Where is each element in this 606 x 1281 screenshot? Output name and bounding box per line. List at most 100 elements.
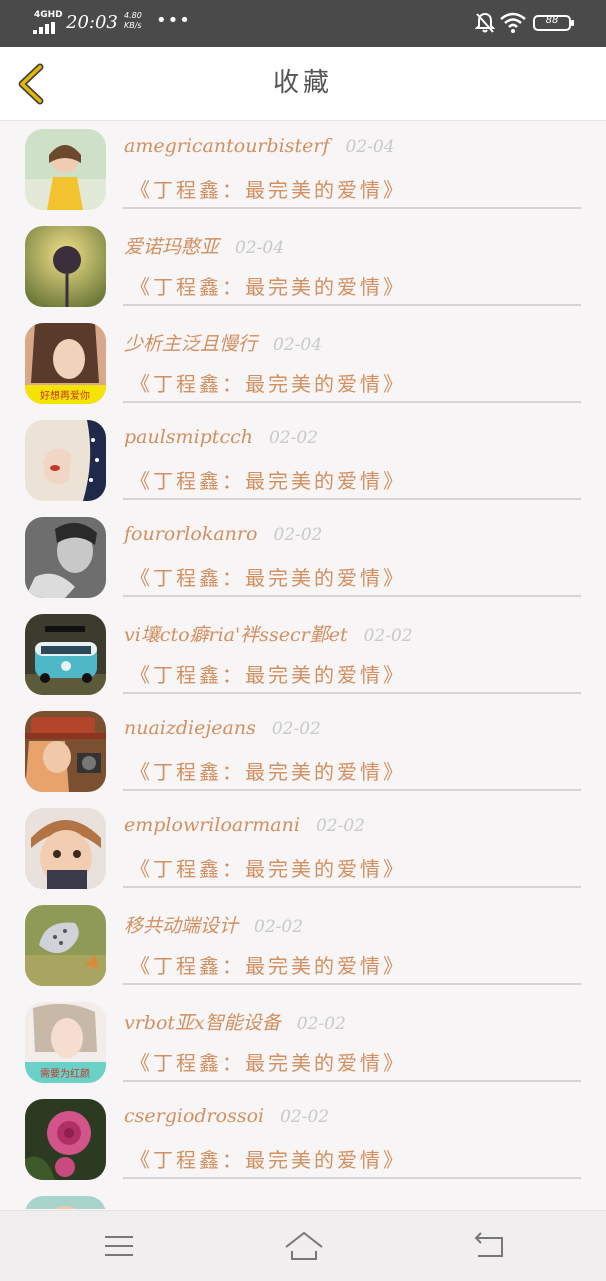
avatar[interactable]: 好想再爱你 xyxy=(25,323,106,404)
divider xyxy=(123,498,581,500)
avatar[interactable] xyxy=(25,1196,106,1209)
avatar[interactable] xyxy=(25,226,106,307)
username: vi壤cto癖ria'袢ssecr鄞et xyxy=(124,624,348,646)
item-header: vrbot亚x智能设备 02-02 xyxy=(124,1008,346,1038)
item-header: csergiodrossoi 02-02 xyxy=(124,1105,329,1135)
article-title[interactable]: 《丁程鑫：最完美的爱情》 xyxy=(130,1144,406,1173)
article-title[interactable]: 《丁程鑫：最完美的爱情》 xyxy=(130,368,406,397)
avatar[interactable] xyxy=(25,517,106,598)
date: 02-04 xyxy=(235,238,285,258)
signal-icon xyxy=(33,22,55,34)
avatar-caption: 好想再爱你 xyxy=(40,389,90,402)
article-title[interactable]: 《丁程鑫：最完美的爱情》 xyxy=(130,562,406,591)
date: 02-02 xyxy=(296,1014,346,1034)
avatar-caption: 需要为红颜 xyxy=(40,1067,90,1080)
article-title[interactable]: 《丁程鑫：最完美的爱情》 xyxy=(130,465,406,494)
item-header: paulsmiptcch 02-02 xyxy=(124,426,318,456)
avatar[interactable]: 需要为红颜 xyxy=(25,1002,106,1083)
date: 02-02 xyxy=(271,719,321,739)
divider xyxy=(123,207,581,209)
list-item[interactable]: csergiodrossoi 02-02 《丁程鑫：最完美的爱情》 xyxy=(0,1091,606,1188)
avatar[interactable] xyxy=(25,808,106,889)
date: 02-02 xyxy=(315,816,365,836)
avatar[interactable] xyxy=(25,420,106,501)
divider xyxy=(123,401,581,403)
battery-icon: 88 xyxy=(533,15,574,31)
system-navigation-bar xyxy=(0,1210,606,1281)
list-item[interactable]: vi壤cto癖ria'袢ssecr鄞et 02-02 《丁程鑫：最完美的爱情》 xyxy=(0,606,606,703)
list-item-partial[interactable] xyxy=(0,1188,606,1209)
divider xyxy=(123,789,581,791)
avatar[interactable] xyxy=(25,1099,106,1180)
favorites-list: amegricantourbisterf 02-04 《丁程鑫：最完美的爱情》 爱… xyxy=(0,121,606,1209)
item-header: 移共动端设计 02-02 xyxy=(124,911,303,941)
date: 02-04 xyxy=(345,137,395,157)
list-item[interactable]: fourorlokanro 02-02 《丁程鑫：最完美的爱情》 xyxy=(0,509,606,606)
mute-bell-icon xyxy=(475,12,495,33)
article-title[interactable]: 《丁程鑫：最完美的爱情》 xyxy=(130,950,406,979)
wifi-icon xyxy=(500,12,526,33)
username: nuaizdiejeans xyxy=(124,717,256,739)
avatar[interactable] xyxy=(25,905,106,986)
divider xyxy=(123,983,581,985)
username: 移共动端设计 xyxy=(124,915,239,937)
username: fourorlokanro xyxy=(124,523,258,545)
username: emplowriloarmani xyxy=(124,814,300,836)
more-notifications-icon: ••• xyxy=(156,10,191,31)
list-item[interactable]: paulsmiptcch 02-02 《丁程鑫：最完美的爱情》 xyxy=(0,412,606,509)
header: 收藏 xyxy=(0,47,606,121)
speed-unit: KB/s xyxy=(124,21,142,30)
status-bar: 4GHD 20:03 4.80 KB/s ••• 88 xyxy=(0,0,606,47)
divider xyxy=(123,1177,581,1179)
divider xyxy=(123,886,581,888)
list-item[interactable]: nuaizdiejeans 02-02 《丁程鑫：最完美的爱情》 xyxy=(0,703,606,800)
list-item[interactable]: amegricantourbisterf 02-04 《丁程鑫：最完美的爱情》 xyxy=(0,121,606,218)
date: 02-04 xyxy=(273,335,323,355)
avatar[interactable] xyxy=(25,711,106,792)
article-title[interactable]: 《丁程鑫：最完美的爱情》 xyxy=(130,853,406,882)
network-type: 4GHD xyxy=(34,10,63,20)
divider xyxy=(123,595,581,597)
date: 02-02 xyxy=(254,917,304,937)
network-speed: 4.80 KB/s xyxy=(124,11,142,31)
item-header: vi壤cto癖ria'袢ssecr鄞et 02-02 xyxy=(124,620,413,650)
home-icon[interactable] xyxy=(284,1229,324,1263)
username: 少析主泛且慢行 xyxy=(124,333,258,355)
page-title: 收藏 xyxy=(272,68,333,98)
username: csergiodrossoi xyxy=(124,1105,265,1127)
username: 爱诺玛憨亚 xyxy=(124,236,220,258)
return-icon[interactable] xyxy=(472,1229,506,1263)
article-title[interactable]: 《丁程鑫：最完美的爱情》 xyxy=(130,271,406,300)
divider xyxy=(123,692,581,694)
date: 02-02 xyxy=(273,525,323,545)
divider xyxy=(123,304,581,306)
username: amegricantourbisterf xyxy=(124,135,330,157)
article-title[interactable]: 《丁程鑫：最完美的爱情》 xyxy=(130,174,406,203)
username: paulsmiptcch xyxy=(124,426,253,448)
avatar[interactable] xyxy=(25,614,106,695)
clock: 20:03 xyxy=(66,12,118,33)
item-header: fourorlokanro 02-02 xyxy=(124,523,322,553)
item-header: 爱诺玛憨亚 02-04 xyxy=(124,232,284,262)
list-item[interactable]: 好想再爱你 少析主泛且慢行 02-04 《丁程鑫：最完美的爱情》 xyxy=(0,315,606,412)
list-item[interactable]: emplowriloarmani 02-02 《丁程鑫：最完美的爱情》 xyxy=(0,800,606,897)
avatar[interactable] xyxy=(25,129,106,210)
menu-icon[interactable] xyxy=(102,1229,136,1263)
article-title[interactable]: 《丁程鑫：最完美的爱情》 xyxy=(130,756,406,785)
date: 02-02 xyxy=(268,428,318,448)
date: 02-02 xyxy=(363,626,413,646)
date: 02-02 xyxy=(280,1107,330,1127)
battery-level: 88 xyxy=(545,15,559,26)
list-item[interactable]: 移共动端设计 02-02 《丁程鑫：最完美的爱情》 xyxy=(0,897,606,994)
list-item[interactable]: 爱诺玛憨亚 02-04 《丁程鑫：最完美的爱情》 xyxy=(0,218,606,315)
item-header: amegricantourbisterf 02-04 xyxy=(124,135,395,165)
item-header: nuaizdiejeans 02-02 xyxy=(124,717,321,747)
divider xyxy=(123,1080,581,1082)
speed-value: 4.80 xyxy=(124,11,142,20)
item-header: 少析主泛且慢行 02-04 xyxy=(124,329,322,359)
list-item[interactable]: 需要为红颜 vrbot亚x智能设备 02-02 《丁程鑫：最完美的爱情》 xyxy=(0,994,606,1091)
item-header: emplowriloarmani 02-02 xyxy=(124,814,365,844)
username: vrbot亚x智能设备 xyxy=(124,1012,281,1034)
article-title[interactable]: 《丁程鑫：最完美的爱情》 xyxy=(130,1047,406,1076)
article-title[interactable]: 《丁程鑫：最完美的爱情》 xyxy=(130,659,406,688)
